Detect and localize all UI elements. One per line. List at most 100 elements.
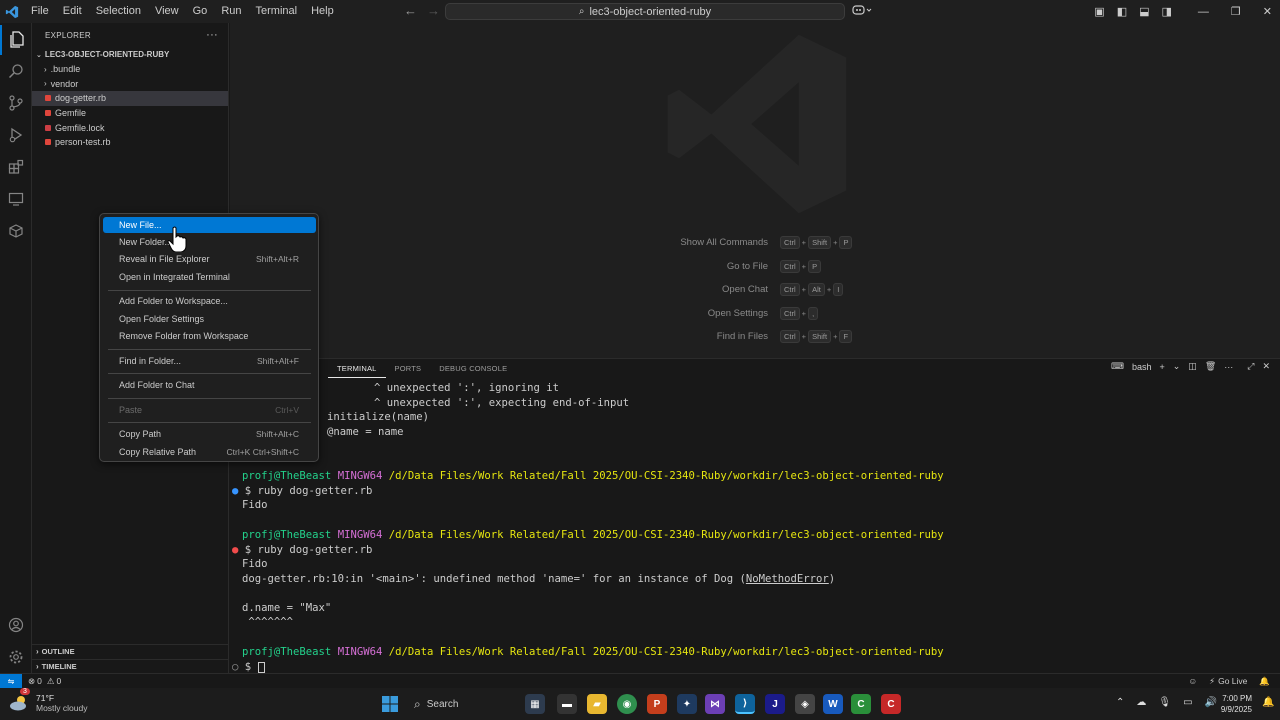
tree-item-gemfile-lock[interactable]: Gemfile.lock: [32, 120, 228, 135]
file-explorer-icon[interactable]: ▰: [587, 694, 607, 714]
more-actions-icon[interactable]: ···: [1224, 362, 1233, 372]
onedrive-icon[interactable]: ☁: [1136, 697, 1146, 708]
run-debug-icon[interactable]: [0, 120, 32, 150]
close-window-icon[interactable]: ✕: [1263, 5, 1272, 18]
restore-icon[interactable]: ❐: [1231, 5, 1241, 18]
containers-icon[interactable]: [0, 216, 32, 246]
ruby-file-icon: [45, 95, 51, 102]
display-icon[interactable]: ▭: [1183, 697, 1192, 708]
jetbrains-icon[interactable]: J: [765, 694, 785, 714]
workspace-folder[interactable]: ⌄ LEC3-OBJECT-ORIENTED-RUBY: [32, 47, 228, 62]
menu-item-new-folder[interactable]: New Folder...: [103, 234, 316, 250]
menu-file[interactable]: File: [24, 0, 56, 23]
menu-view[interactable]: View: [148, 0, 186, 23]
trash-icon[interactable]: 🗑: [1205, 361, 1216, 372]
back-arrow-icon[interactable]: ←: [404, 3, 417, 18]
word-icon[interactable]: W: [823, 694, 843, 714]
shell-name[interactable]: bash: [1132, 362, 1152, 372]
outline-label: OUTLINE: [41, 647, 75, 656]
camtasia-green-icon[interactable]: C: [851, 694, 871, 714]
error-count[interactable]: 0: [37, 676, 42, 686]
toggle-secondary-sidebar-icon[interactable]: ◨: [1162, 5, 1172, 18]
clock[interactable]: 7:00 PM 9/9/2025: [1220, 693, 1252, 715]
menu-run[interactable]: Run: [214, 0, 248, 23]
menu-selection[interactable]: Selection: [89, 0, 148, 23]
explorer-icon[interactable]: [0, 25, 32, 55]
notifications-bell-icon[interactable]: 🔔: [1259, 676, 1270, 687]
menu-item-find-in-folder[interactable]: Find in Folder... Shift+Alt+F: [103, 353, 316, 369]
menu-terminal[interactable]: Terminal: [249, 0, 305, 23]
new-terminal-icon[interactable]: +: [1159, 362, 1164, 372]
microphone-icon[interactable]: 🎙: [1158, 697, 1171, 708]
timeline-section[interactable]: › TIMELINE: [32, 659, 229, 673]
chevron-down-icon[interactable]: ⌄: [1173, 361, 1181, 372]
remote-indicator-icon[interactable]: ⇋: [0, 673, 22, 689]
menu-item-add-folder-to-workspace[interactable]: Add Folder to Workspace...: [103, 293, 316, 309]
settings-gear-icon[interactable]: [0, 642, 32, 672]
copilot-app-icon[interactable]: ✦: [677, 694, 697, 714]
extensions-icon[interactable]: [0, 152, 32, 182]
unity-icon[interactable]: ◈: [795, 694, 815, 714]
more-actions-icon[interactable]: ···: [206, 29, 218, 41]
tab-debug-console[interactable]: DEBUG CONSOLE: [430, 359, 516, 378]
terminal-input-line[interactable]: ○ $: [232, 660, 265, 674]
menu-go[interactable]: Go: [186, 0, 215, 23]
chrome-icon[interactable]: ◉: [617, 694, 637, 714]
search-view-icon[interactable]: [0, 56, 32, 86]
status-bar: ⇋ ⊗ 0 ⚠ 0 ☺ ⚡ Go Live 🔔: [0, 673, 1280, 689]
terminal-prompt-line: profj@TheBeast MINGW64 /d/Data Files/Wor…: [242, 470, 944, 482]
volume-icon[interactable]: 🔊: [1205, 697, 1217, 708]
tree-item-bundle[interactable]: › .bundle: [32, 62, 228, 77]
errors-icon[interactable]: ⊗: [28, 676, 35, 687]
tab-terminal[interactable]: TERMINAL: [328, 359, 386, 378]
terminal-error-line: dog-getter.rb:10:in '<main>': undefined …: [242, 573, 836, 585]
vscode-taskbar-icon[interactable]: ⟩: [735, 694, 755, 714]
account-icon[interactable]: [0, 610, 32, 640]
menu-item-remove-folder-from-workspace[interactable]: Remove Folder from Workspace: [103, 328, 316, 344]
powerpoint-icon[interactable]: P: [647, 694, 667, 714]
command-center[interactable]: ⌕ lec3-object-oriented-ruby: [445, 3, 845, 20]
ruby-file-icon: [45, 139, 51, 146]
warning-icon[interactable]: ⚠: [47, 676, 55, 687]
menu-item-copy-relative-path[interactable]: Copy Relative Path Ctrl+K Ctrl+Shift+C: [103, 444, 316, 460]
menu-item-open-folder-settings[interactable]: Open Folder Settings: [103, 311, 316, 327]
tree-item-gemfile[interactable]: Gemfile: [32, 106, 228, 121]
copilot-icon[interactable]: [852, 4, 872, 19]
go-live-button[interactable]: Go Live: [1218, 676, 1247, 686]
go-live-icon[interactable]: ⚡: [1209, 676, 1215, 687]
tab-ports[interactable]: PORTS: [386, 359, 431, 378]
widgets-icon[interactable]: ▦: [525, 694, 545, 714]
toggle-panel-icon[interactable]: ⬓: [1139, 5, 1149, 18]
tree-item-dog-getter[interactable]: dog-getter.rb: [32, 91, 228, 106]
outline-section[interactable]: › OUTLINE: [32, 644, 229, 658]
tree-item-vendor[interactable]: › vendor: [32, 77, 228, 92]
minimize-icon[interactable]: —: [1198, 6, 1209, 18]
menu-help[interactable]: Help: [304, 0, 341, 23]
weather-widget[interactable]: 3 71°F Mostly cloudy: [8, 688, 88, 714]
camtasia-red-icon[interactable]: C: [881, 694, 901, 714]
remote-explorer-icon[interactable]: [0, 184, 32, 214]
tree-item-person-test[interactable]: person-test.rb: [32, 135, 228, 150]
task-view-icon[interactable]: ▬: [557, 694, 577, 714]
forward-arrow-icon[interactable]: →: [427, 3, 440, 18]
visual-studio-icon[interactable]: ⋈: [705, 694, 725, 714]
windows-start-icon[interactable]: [380, 694, 400, 714]
menu-item-open-in-integrated-terminal[interactable]: Open in Integrated Terminal: [103, 269, 316, 285]
source-control-icon[interactable]: [0, 88, 32, 118]
terminal-output[interactable]: ^ unexpected ':', ignoring it ^ unexpect…: [230, 381, 1270, 674]
accounts-status-icon[interactable]: ☺: [1188, 676, 1197, 686]
warning-count[interactable]: 0: [56, 676, 61, 686]
notification-center-icon[interactable]: 🔔: [1262, 697, 1274, 708]
menu-item-new-file[interactable]: New File...: [103, 217, 316, 233]
menu-item-reveal-in-file-explorer[interactable]: Reveal in File Explorer Shift+Alt+R: [103, 251, 316, 267]
menu-item-add-folder-to-chat[interactable]: Add Folder to Chat: [103, 377, 316, 393]
menu-edit[interactable]: Edit: [56, 0, 89, 23]
tree-item-label: person-test.rb: [55, 137, 111, 148]
toggle-sidebar-icon[interactable]: ◧: [1117, 5, 1127, 18]
maximize-panel-icon[interactable]: ⤢: [1247, 361, 1254, 372]
customize-layout-icon[interactable]: ▣: [1094, 5, 1104, 18]
split-terminal-icon[interactable]: ◫: [1188, 361, 1197, 372]
tray-chevron-up-icon[interactable]: ⌃: [1116, 697, 1124, 708]
close-panel-icon[interactable]: ✕: [1262, 361, 1270, 372]
menu-item-copy-path[interactable]: Copy Path Shift+Alt+C: [103, 426, 316, 442]
